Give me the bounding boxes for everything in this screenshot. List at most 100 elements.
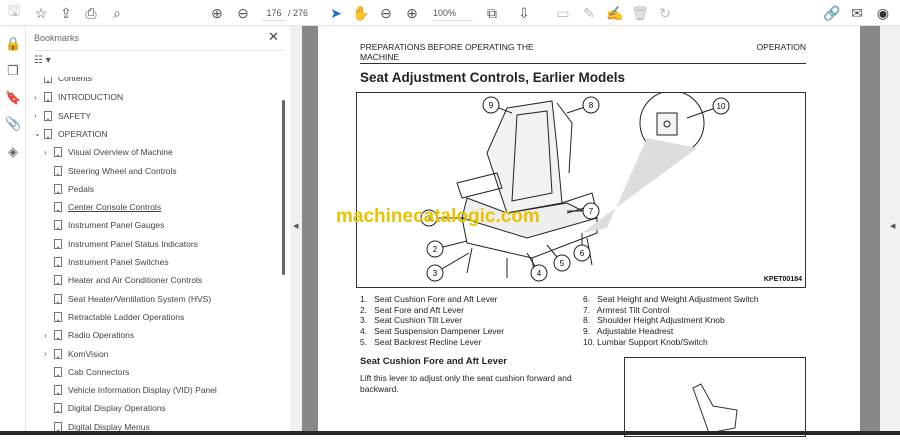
scroll-mode-icon[interactable]: ⇩: [515, 4, 533, 22]
comment-icon[interactable]: ▭: [554, 4, 572, 22]
bookmark-label: Visual Overview of Machine: [68, 147, 173, 158]
bookmark-icon: [54, 183, 62, 194]
figure-code: KPET00184: [763, 276, 802, 284]
bookmark-item[interactable]: Retractable Ladder Operations: [44, 310, 184, 324]
bookmark-icon: [54, 348, 62, 359]
bookmark-item[interactable]: Heater and Air Conditioner Controls: [44, 273, 202, 287]
cloud-upload-icon[interactable]: ⇪: [57, 4, 75, 22]
sign-icon[interactable]: ✍: [606, 4, 624, 22]
expand-panel-icon[interactable]: ◀: [890, 222, 895, 230]
bookmark-icon: [54, 385, 62, 396]
share-link-icon[interactable]: 🔗: [823, 4, 841, 22]
bookmark-label: Center Console Controls: [68, 202, 162, 213]
callout-number: 10: [717, 102, 726, 111]
pen-icon[interactable]: ✎: [580, 4, 598, 22]
legend-item: 1. Seat Cushion Fore and Aft Lever: [360, 294, 498, 304]
bookmark-item[interactable]: Center Console Controls: [44, 200, 161, 214]
bookmark-item[interactable]: Contents: [34, 73, 93, 85]
bookmark-item[interactable]: Instrument Panel Status Indicators: [44, 237, 198, 251]
bookmark-label: OPERATION: [58, 128, 108, 139]
bookmark-item[interactable]: Vehicle Information Display (VID) Panel: [44, 383, 217, 397]
bookmark-label: Seat Heater/Ventilation System (HVS): [68, 293, 212, 304]
page-up-icon[interactable]: ⊕: [208, 4, 226, 22]
legend-item: 3. Seat Cushion Tilt Lever: [360, 315, 463, 326]
section-heading: Seat Cushion Fore and Aft Lever: [360, 356, 507, 367]
zoom-out-icon[interactable]: ⊖: [377, 4, 395, 22]
bookmark-label: INTRODUCTION: [58, 92, 124, 103]
seat-cushion-figure: [624, 357, 806, 437]
chevron-icon[interactable]: ›: [34, 111, 44, 120]
bookmark-icon: [54, 165, 62, 176]
bookmark-icon: [44, 110, 52, 121]
print-icon[interactable]: ⎙: [82, 4, 100, 22]
callout-number: 3: [433, 269, 438, 278]
bookmark-item[interactable]: › KomVision: [44, 347, 108, 361]
bookmark-label: Vehicle Information Display (VID) Panel: [68, 385, 217, 396]
trash-icon[interactable]: 🗑: [631, 4, 649, 22]
bookmark-item[interactable]: Seat Heater/Ventilation System (HVS): [44, 292, 211, 306]
zoom-search-icon[interactable]: ⌕: [108, 4, 126, 22]
bookmark-item[interactable]: Steering Wheel and Controls: [44, 164, 177, 178]
paragraph-line2: backward.: [360, 384, 399, 394]
legend-item: 5. Seat Backrest Recline Lever: [360, 336, 482, 347]
bookmark-icon: [54, 238, 62, 249]
document-page: PREPARATIONS BEFORE OPERATING THE MACHIN…: [318, 26, 860, 437]
fit-page-icon[interactable]: ⧉: [483, 4, 501, 22]
bookmark-label: Contents: [58, 73, 93, 83]
bookmark-icon: [54, 403, 62, 414]
select-cursor-icon[interactable]: ➤: [327, 4, 345, 22]
bookmark-item[interactable]: Digital Display Operations: [44, 401, 166, 415]
bookmarks-scrollbar[interactable]: [282, 100, 285, 275]
callout-number: 9: [489, 101, 494, 110]
account-icon[interactable]: ◉: [874, 4, 892, 22]
chevron-icon[interactable]: ⌄: [34, 129, 44, 138]
chevron-icon[interactable]: ›: [44, 349, 54, 358]
bookmark-icon: [54, 311, 62, 322]
email-icon[interactable]: ✉: [848, 4, 866, 22]
hand-icon[interactable]: ✋: [352, 4, 370, 22]
chevron-icon[interactable]: ›: [44, 331, 54, 340]
bookmark-item[interactable]: Cab Connectors: [44, 365, 129, 379]
taskbar-edge: [0, 431, 900, 435]
collapse-panel-icon[interactable]: ◀: [293, 222, 298, 230]
bookmark-icon: [54, 257, 62, 267]
bookmark-label: Retractable Ladder Operations: [68, 311, 185, 322]
left-tool-rail: 🔒 ❐ 🔖 📎 ◈: [0, 26, 26, 435]
section-header: OPERATION: [756, 42, 806, 52]
bookmark-label: SAFETY: [58, 110, 92, 121]
document-scrollbar[interactable]: ◀: [880, 26, 900, 435]
close-icon[interactable]: ✕: [268, 29, 279, 45]
watermark: machinecatalogic.com: [336, 206, 540, 227]
pages-icon[interactable]: ❐: [5, 63, 21, 79]
lock-icon[interactable]: 🔒: [5, 36, 21, 52]
zoom-in-icon[interactable]: ⊕: [403, 4, 421, 22]
bookmark-icon: [54, 147, 62, 158]
bookmark-label: Instrument Panel Status Indicators: [68, 238, 198, 249]
bookmark-item[interactable]: › SAFETY: [34, 109, 91, 123]
redo-icon[interactable]: ↻: [656, 4, 674, 22]
bookmark-options-button[interactable]: ☷ ▾: [34, 55, 51, 66]
chevron-icon[interactable]: ›: [44, 148, 54, 157]
page-number-input[interactable]: 176: [262, 5, 286, 21]
save-icon[interactable]: 🖫: [5, 3, 23, 22]
bookmark-item[interactable]: › Radio Operations: [44, 328, 134, 342]
legend-item: 6. Seat Height and Weight Adjustment Swi…: [583, 294, 759, 304]
bookmark-item[interactable]: Instrument Panel Gauges: [44, 218, 164, 232]
seat-figure: 1 2 3 4 5 6 7 8 9 10 KPET00184: [356, 92, 806, 288]
bookmark-item[interactable]: Pedals: [44, 182, 94, 196]
bookmark-icon[interactable]: 🔖: [5, 90, 21, 106]
star-icon[interactable]: ☆: [32, 4, 50, 22]
zoom-level-select[interactable]: 100%: [433, 5, 473, 21]
layers-icon[interactable]: ◈: [5, 144, 21, 160]
bookmark-icon: [54, 366, 62, 377]
bookmark-label: Pedals: [68, 183, 94, 194]
bookmark-item[interactable]: › INTRODUCTION: [34, 90, 123, 104]
bookmark-item[interactable]: ⌄ OPERATION: [34, 127, 107, 141]
legend-item: 8. Shoulder Height Adjustment Knob: [583, 315, 725, 326]
attachment-icon[interactable]: 📎: [5, 116, 21, 132]
page-down-icon[interactable]: ⊖: [234, 4, 252, 22]
bookmark-item[interactable]: Instrument Panel Switches: [44, 255, 169, 269]
panel-splitter[interactable]: ◀: [290, 26, 302, 435]
bookmark-item[interactable]: › Visual Overview of Machine: [44, 145, 173, 159]
chevron-icon[interactable]: ›: [34, 93, 44, 102]
